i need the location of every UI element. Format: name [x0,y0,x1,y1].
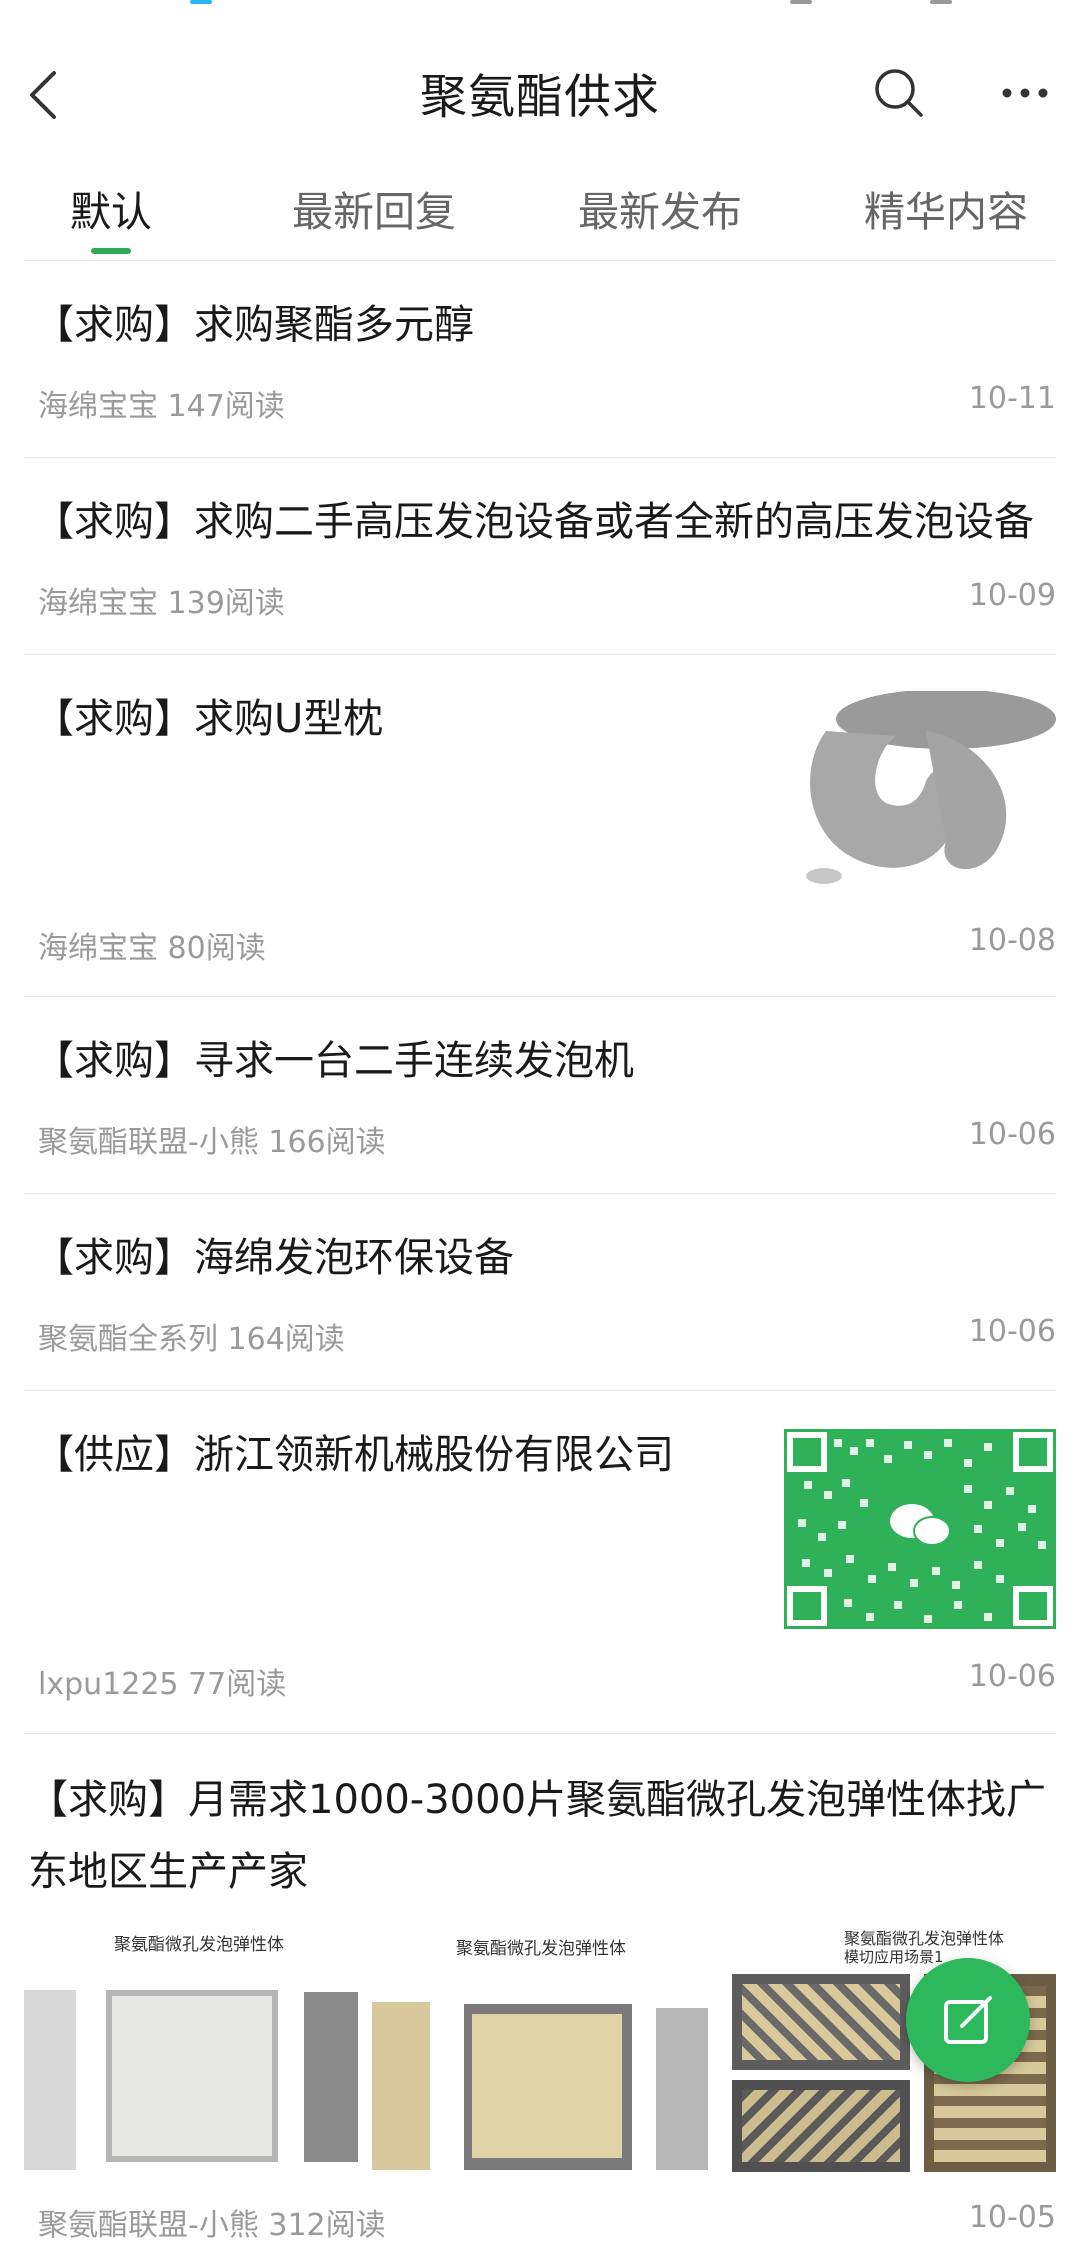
post-date: 10-09 [968,578,1056,613]
post-reads: 147阅读 [167,389,285,424]
post-author: 聚氨酯全系列 [38,1322,218,1357]
tab-indicator [91,248,131,254]
gallery-caption: 聚氨酯微孔发泡弹性体 [114,1935,284,1955]
post-reads: 139阅读 [167,586,285,621]
post-reads: 166阅读 [268,1125,386,1160]
list-item[interactable]: 【求购】海绵发泡环保设备 聚氨酯全系列 164阅读 10-06 [24,1194,1056,1391]
u-pillow-image [806,691,1056,884]
post-title: 【求购】求购二手高压发泡设备或者全新的高压发泡设备 [34,499,1034,545]
post-title: 【供应】浙江领新机械股份有限公司 [34,1432,674,1478]
post-meta: 聚氨酯全系列 164阅读 [38,1314,345,1358]
post-title: 【求购】月需求1000-3000片聚氨酯微孔发泡弹性体找广东地区生产产家 [28,1777,1047,1895]
post-date: 10-05 [968,2200,1056,2235]
post-author: 海绵宝宝 [38,389,158,424]
list-item[interactable]: 【求购】求购二手高压发泡设备或者全新的高压发泡设备 海绵宝宝 139阅读 10-… [24,458,1056,655]
search-button[interactable] [864,58,934,128]
post-thumbnail [786,691,1056,897]
tab-bar: 默认 最新回复 最新发布 精华内容 [0,160,1080,260]
status-indicator [930,0,952,4]
post-title: 【求购】求购U型枕 [34,696,384,742]
tab-featured[interactable]: 精华内容 [864,178,1028,238]
edit-icon [944,1996,992,2044]
post-date: 10-06 [968,1314,1056,1349]
app-header: 聚氨酯供求 [0,20,1080,160]
post-reads: 80阅读 [167,931,266,966]
post-meta: lxpu1225 77阅读 [38,1659,286,1703]
list-item[interactable]: 【求购】求购U型枕 海绵宝宝 80阅读 10-08 [24,655,1056,997]
post-title: 【求购】寻求一台二手连续发泡机 [34,1038,634,1084]
search-icon [875,69,923,117]
post-meta: 聚氨酯联盟-小熊 312阅读 [38,2200,386,2244]
gallery-caption: 聚氨酯微孔发泡弹性体 [844,1929,1005,1948]
post-author: 海绵宝宝 [38,586,158,621]
post-author: 海绵宝宝 [38,931,158,966]
tab-latest-publish[interactable]: 最新发布 [578,178,742,238]
status-bar [0,0,1080,20]
tab-default[interactable]: 默认 [70,178,152,238]
gallery-image[interactable]: 聚氨酯微孔发泡弹性体 [24,1930,360,2180]
post-date: 10-08 [968,923,1056,958]
status-indicator [790,0,812,4]
post-title: 【求购】求购聚酯多元醇 [34,302,474,348]
post-meta: 海绵宝宝 80阅读 [38,923,266,967]
status-indicator [190,0,212,4]
list-item[interactable]: 【求购】求购聚酯多元醇 海绵宝宝 147阅读 10-11 [24,261,1056,458]
post-date: 10-11 [968,381,1056,416]
tab-latest-reply[interactable]: 最新回复 [292,178,456,238]
list-item[interactable]: 【供应】浙江领新机械股份有限公司 lxpu1225 77阅读 10-06 [24,1391,1056,1734]
qr-code-image [784,1429,1056,1629]
post-meta: 聚氨酯联盟-小熊 166阅读 [38,1117,386,1161]
post-reads: 312阅读 [268,2208,386,2243]
more-button[interactable] [990,58,1060,128]
qr-code-icon [787,1432,1053,1626]
post-meta: 海绵宝宝 139阅读 [38,578,285,622]
post-author: 聚氨酯联盟-小熊 [38,1125,259,1160]
post-reads: 77阅读 [188,1667,287,1702]
gallery-image[interactable]: 聚氨酯微孔发泡弹性体 [372,1930,708,2180]
post-author: 聚氨酯联盟-小熊 [38,2208,259,2243]
compose-button[interactable] [906,1958,1030,2082]
gallery-caption: 聚氨酯微孔发泡弹性体 [456,1939,626,1959]
post-meta: 海绵宝宝 147阅读 [38,381,285,425]
post-author: lxpu1225 [38,1667,179,1702]
post-reads: 164阅读 [227,1322,345,1357]
list-item[interactable]: 【求购】寻求一台二手连续发泡机 聚氨酯联盟-小熊 166阅读 10-06 [24,997,1056,1194]
gallery-caption: 模切应用场景1 [844,1948,944,1966]
post-date: 10-06 [968,1659,1056,1694]
post-title: 【求购】海绵发泡环保设备 [34,1235,514,1281]
post-date: 10-06 [968,1117,1056,1152]
more-dots-icon [1002,88,1048,98]
